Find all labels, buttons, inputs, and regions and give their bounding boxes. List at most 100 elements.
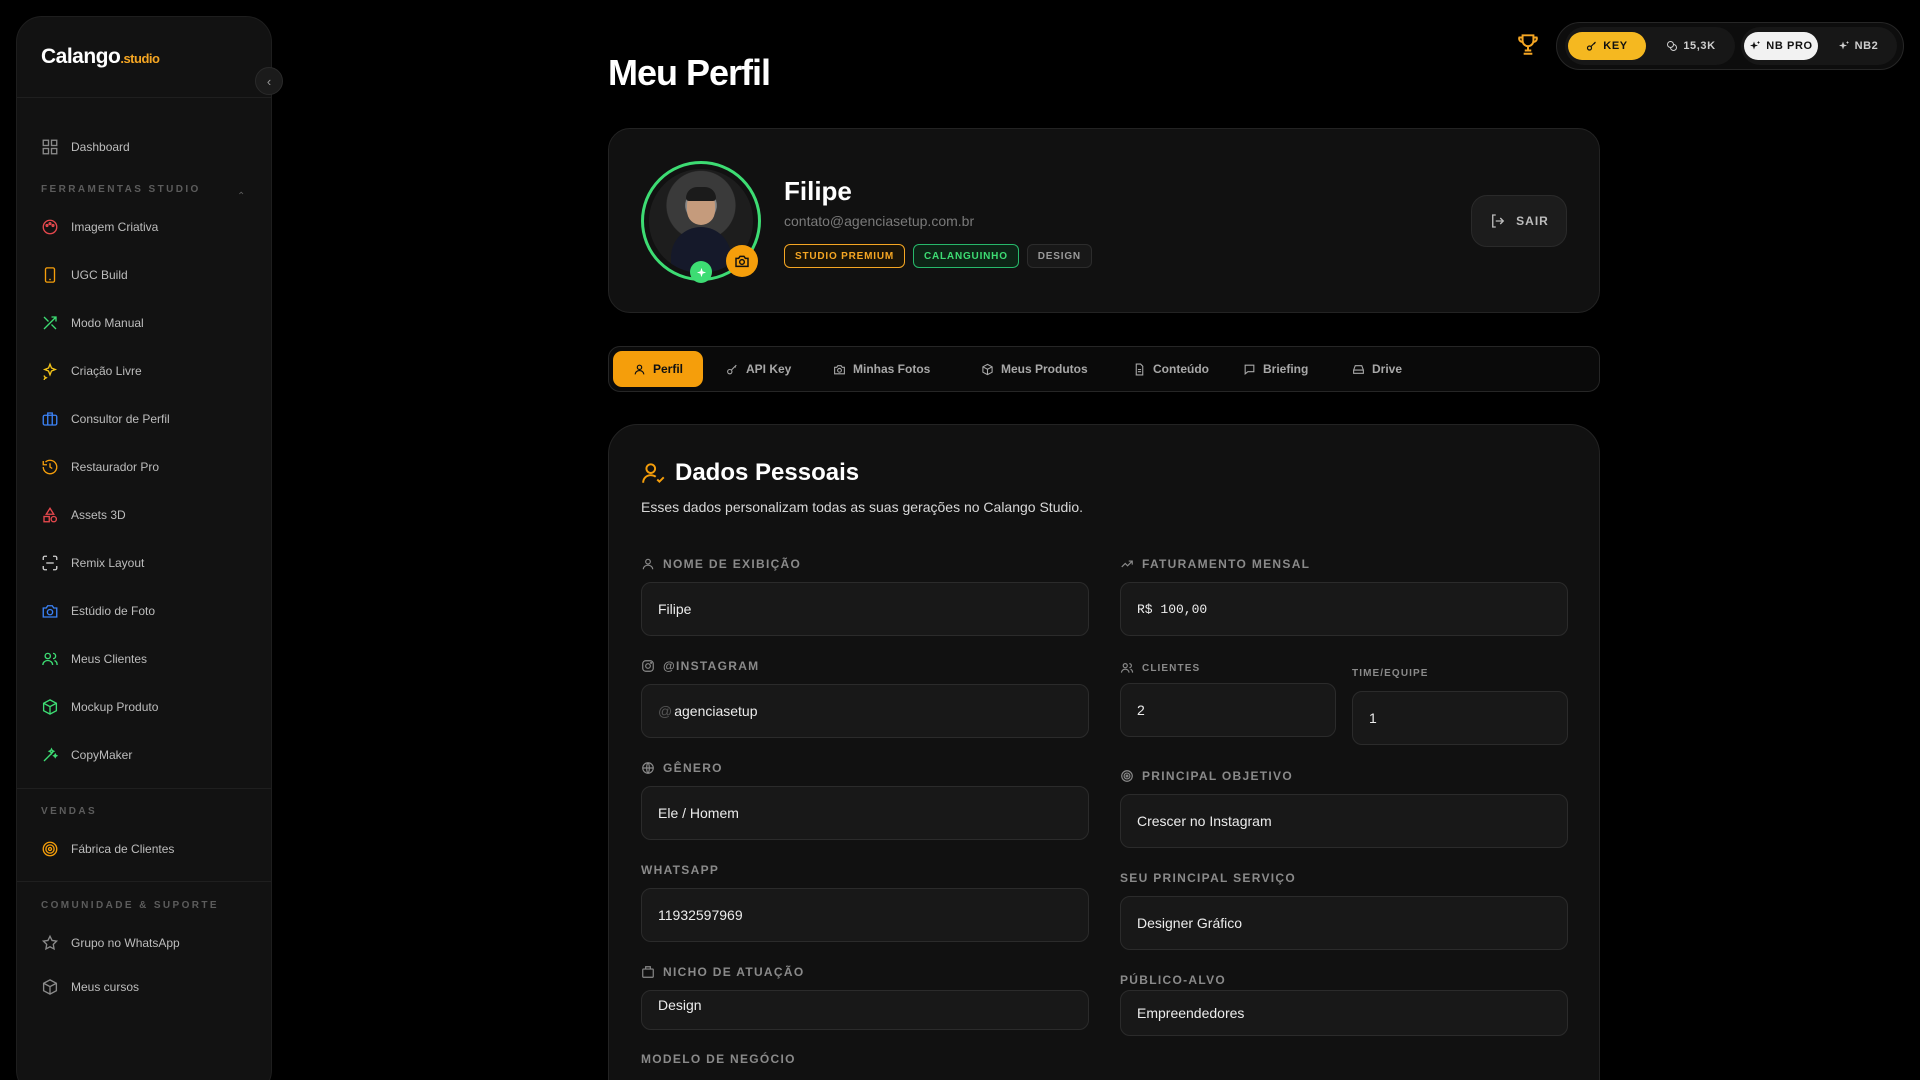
sidebar-item-consultor-de-perfil[interactable]: Consultor de Perfil xyxy=(41,407,170,431)
sidebar-item-criacao-livre[interactable]: Criação Livre xyxy=(41,359,142,383)
gender-select[interactable]: Ele / Homem xyxy=(641,786,1089,840)
trophy-icon[interactable] xyxy=(1515,31,1541,57)
trending-up-icon xyxy=(1121,560,1133,568)
tab-meus-produtos[interactable]: Meus Produtos xyxy=(973,351,1096,387)
field-label: SEU PRINCIPAL SERVIÇO xyxy=(1120,871,1296,885)
target-icon xyxy=(42,841,58,857)
field-label: NICHO DE ATUAÇÃO xyxy=(663,965,805,979)
box-icon xyxy=(42,979,58,995)
section-label-community: COMUNIDADE & SUPORTE xyxy=(41,900,220,911)
sidebar-item-label: Assets 3D xyxy=(71,508,126,522)
revenue-field[interactable]: R$ 100,00 xyxy=(1120,582,1568,636)
sidebar-item-dashboard[interactable]: Dashboard xyxy=(41,135,130,159)
sidebar-item-label: UGC Build xyxy=(71,268,128,282)
business-model-label: MODELO DE NEGÓCIO xyxy=(641,1052,796,1066)
sidebar-item-assets-3d[interactable]: Assets 3D xyxy=(41,503,126,527)
category-badge: DESIGN xyxy=(1026,244,1092,268)
instagram-field[interactable]: @ agenciasetup xyxy=(641,684,1089,738)
sidebar-item-grupo-whatsapp[interactable]: Grupo no WhatsApp xyxy=(41,931,180,955)
clients-field[interactable]: 2 xyxy=(1120,683,1336,737)
field-value: Ele / Homem xyxy=(658,805,739,821)
tab-minhas-fotos[interactable]: Minhas Fotos xyxy=(825,351,938,387)
key-button[interactable]: KEY xyxy=(1568,32,1646,60)
key-credits-group: KEY 15,3K xyxy=(1565,27,1735,65)
user-icon xyxy=(634,364,645,374)
plan-badge: STUDIO PREMIUM xyxy=(784,244,905,268)
sidebar-item-fabrica-de-clientes[interactable]: Fábrica de Clientes xyxy=(41,837,174,861)
field-label: NOME DE EXIBIÇÃO xyxy=(663,557,802,571)
whatsapp-field[interactable]: 11932597969 xyxy=(641,888,1089,942)
field-label: TIME/EQUIPE xyxy=(1352,668,1429,679)
sparkles-icon xyxy=(42,362,58,380)
building-icon xyxy=(642,966,654,978)
section-title-text: Dados Pessoais xyxy=(675,459,860,486)
sidebar-item-label: Imagem Criativa xyxy=(71,220,159,234)
app-logo[interactable]: Calango.studio xyxy=(41,45,160,69)
sidebar-item-label: Meus cursos xyxy=(71,980,140,994)
service-label: SEU PRINCIPAL SERVIÇO xyxy=(1120,871,1296,885)
service-field[interactable]: Designer Gráfico xyxy=(1120,896,1568,950)
field-value: 1 xyxy=(1369,710,1377,726)
sidebar-item-label: Estúdio de Foto xyxy=(71,604,156,618)
field-value: Filipe xyxy=(658,601,692,617)
sidebar-item-ugc-build[interactable]: UGC Build xyxy=(41,263,128,287)
team-label: TIME/EQUIPE xyxy=(1352,668,1429,679)
whatsapp-label: WHATSAPP xyxy=(641,863,719,877)
tab-conteudo[interactable]: Conteúdo xyxy=(1125,351,1217,387)
field-label: FATURAMENTO MENSAL xyxy=(1142,557,1311,571)
niche-label: NICHO DE ATUAÇÃO xyxy=(641,965,804,979)
instagram-label: @INSTAGRAM xyxy=(641,659,759,673)
field-value: Design xyxy=(658,997,702,1013)
sparkles-icon xyxy=(1838,41,1849,50)
tab-perfil[interactable]: Perfil xyxy=(613,351,704,387)
nb2-button[interactable]: NB2 xyxy=(1825,32,1891,60)
display-name-field[interactable]: Filipe xyxy=(641,582,1089,636)
tools-icon xyxy=(43,316,57,330)
nb-pro-label: NB PRO xyxy=(1766,40,1813,52)
credits-display[interactable]: 15,3K xyxy=(1651,32,1731,60)
tab-api-key[interactable]: API Key xyxy=(718,351,799,387)
logout-button[interactable]: SAIR xyxy=(1471,195,1567,247)
goal-select[interactable]: Crescer no Instagram xyxy=(1120,794,1568,848)
grid-icon xyxy=(42,139,58,155)
credits-value: 15,3K xyxy=(1683,40,1716,52)
tab-drive[interactable]: Drive xyxy=(1344,351,1410,387)
sidebar-item-imagem-criativa[interactable]: Imagem Criativa xyxy=(41,215,158,239)
instagram-icon xyxy=(642,660,654,672)
sidebar-item-mockup-produto[interactable]: Mockup Produto xyxy=(41,695,158,719)
smartphone-icon xyxy=(44,267,56,283)
sidebar-item-estudio-de-foto[interactable]: Estúdio de Foto xyxy=(41,599,155,623)
team-field[interactable]: 1 xyxy=(1352,691,1568,745)
niche-field[interactable]: Design xyxy=(641,990,1089,1030)
sidebar-item-copymaker[interactable]: CopyMaker xyxy=(41,743,132,767)
profile-email: contato@agenciasetup.com.br xyxy=(784,213,975,229)
change-photo-button[interactable] xyxy=(726,245,758,277)
field-label: PÚBLICO-ALVO xyxy=(1120,973,1227,987)
sidebar-item-meus-cursos[interactable]: Meus cursos xyxy=(41,975,139,999)
sidebar-divider xyxy=(17,788,271,789)
level-badge: CALANGUINHO xyxy=(912,244,1019,268)
sidebar-item-meus-clientes[interactable]: Meus Clientes xyxy=(41,647,147,671)
sidebar-item-label: Meus Clientes xyxy=(71,652,148,666)
logout-label: SAIR xyxy=(1516,214,1549,228)
section-label-tools: FERRAMENTAS STUDIO xyxy=(41,184,201,195)
sidebar-item-label: CopyMaker xyxy=(71,748,133,762)
camera-icon xyxy=(735,255,749,268)
globe-icon xyxy=(642,762,654,774)
sidebar-item-label: Remix Layout xyxy=(71,556,145,570)
tab-label: Drive xyxy=(1372,362,1403,376)
sidebar-item-modo-manual[interactable]: Modo Manual xyxy=(41,311,144,335)
sidebar-item-label: Restaurador Pro xyxy=(71,460,160,474)
chevron-up-icon[interactable]: ⌃ xyxy=(237,191,245,202)
field-value: Empreendedores xyxy=(1137,1005,1245,1021)
box-icon xyxy=(982,363,993,375)
tab-briefing[interactable]: Briefing xyxy=(1235,351,1316,387)
nb-pro-button[interactable]: NB PRO xyxy=(1744,32,1818,60)
audience-field[interactable]: Empreendedores xyxy=(1120,990,1568,1036)
sidebar-item-restaurador-pro[interactable]: Restaurador Pro xyxy=(41,455,159,479)
sidebar-item-remix-layout[interactable]: Remix Layout xyxy=(41,551,144,575)
field-value: 11932597969 xyxy=(658,907,743,923)
tab-label: Conteúdo xyxy=(1153,362,1209,376)
collapse-sidebar-button[interactable]: ‹ xyxy=(255,67,283,95)
display-name-label: NOME DE EXIBIÇÃO xyxy=(641,557,801,571)
